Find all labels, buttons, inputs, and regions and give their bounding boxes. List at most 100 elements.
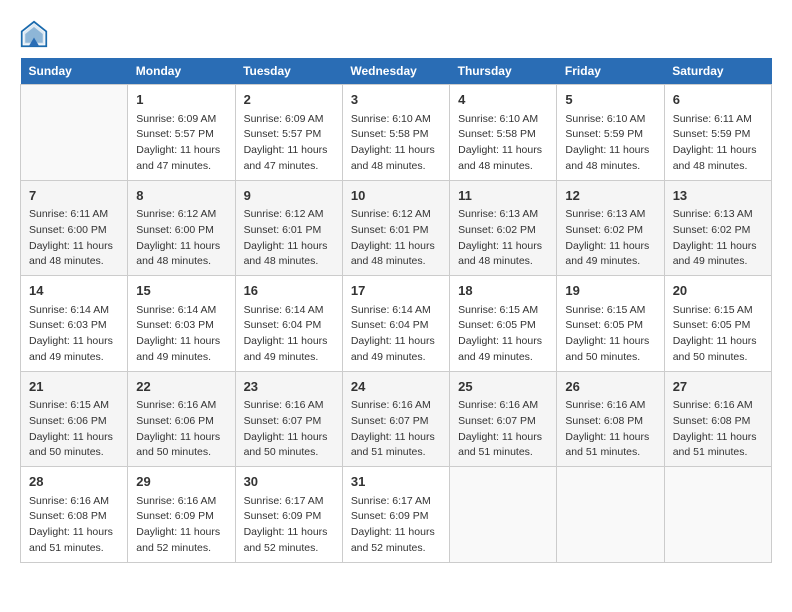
day-number: 1 [136, 90, 226, 110]
week-row: 28Sunrise: 6:16 AMSunset: 6:08 PMDayligh… [21, 467, 772, 563]
calendar-cell [450, 467, 557, 563]
day-number: 16 [244, 281, 334, 301]
day-info: Sunrise: 6:12 AMSunset: 6:01 PMDaylight:… [351, 207, 441, 270]
day-number: 25 [458, 377, 548, 397]
day-info: Sunrise: 6:17 AMSunset: 6:09 PMDaylight:… [351, 494, 441, 557]
column-header-friday: Friday [557, 58, 664, 85]
day-number: 30 [244, 472, 334, 492]
day-info: Sunrise: 6:16 AMSunset: 6:09 PMDaylight:… [136, 494, 226, 557]
day-number: 9 [244, 186, 334, 206]
day-number: 11 [458, 186, 548, 206]
day-info: Sunrise: 6:16 AMSunset: 6:07 PMDaylight:… [351, 398, 441, 461]
day-info: Sunrise: 6:11 AMSunset: 6:00 PMDaylight:… [29, 207, 119, 270]
calendar-cell: 27Sunrise: 6:16 AMSunset: 6:08 PMDayligh… [664, 371, 771, 467]
day-number: 4 [458, 90, 548, 110]
day-info: Sunrise: 6:09 AMSunset: 5:57 PMDaylight:… [244, 112, 334, 175]
day-info: Sunrise: 6:12 AMSunset: 6:01 PMDaylight:… [244, 207, 334, 270]
page-header [20, 20, 772, 48]
calendar-cell: 14Sunrise: 6:14 AMSunset: 6:03 PMDayligh… [21, 276, 128, 372]
calendar-cell: 13Sunrise: 6:13 AMSunset: 6:02 PMDayligh… [664, 180, 771, 276]
column-header-sunday: Sunday [21, 58, 128, 85]
calendar-cell: 20Sunrise: 6:15 AMSunset: 6:05 PMDayligh… [664, 276, 771, 372]
calendar-cell: 6Sunrise: 6:11 AMSunset: 5:59 PMDaylight… [664, 85, 771, 181]
day-info: Sunrise: 6:16 AMSunset: 6:08 PMDaylight:… [673, 398, 763, 461]
day-number: 22 [136, 377, 226, 397]
calendar-table: SundayMondayTuesdayWednesdayThursdayFrid… [20, 58, 772, 563]
day-number: 5 [565, 90, 655, 110]
day-info: Sunrise: 6:16 AMSunset: 6:07 PMDaylight:… [458, 398, 548, 461]
day-info: Sunrise: 6:15 AMSunset: 6:05 PMDaylight:… [458, 303, 548, 366]
calendar-cell: 5Sunrise: 6:10 AMSunset: 5:59 PMDaylight… [557, 85, 664, 181]
day-info: Sunrise: 6:13 AMSunset: 6:02 PMDaylight:… [673, 207, 763, 270]
calendar-cell: 24Sunrise: 6:16 AMSunset: 6:07 PMDayligh… [342, 371, 449, 467]
day-number: 18 [458, 281, 548, 301]
week-row: 1Sunrise: 6:09 AMSunset: 5:57 PMDaylight… [21, 85, 772, 181]
day-info: Sunrise: 6:10 AMSunset: 5:58 PMDaylight:… [458, 112, 548, 175]
day-info: Sunrise: 6:13 AMSunset: 6:02 PMDaylight:… [458, 207, 548, 270]
calendar-cell: 31Sunrise: 6:17 AMSunset: 6:09 PMDayligh… [342, 467, 449, 563]
day-info: Sunrise: 6:17 AMSunset: 6:09 PMDaylight:… [244, 494, 334, 557]
day-info: Sunrise: 6:16 AMSunset: 6:08 PMDaylight:… [29, 494, 119, 557]
calendar-cell [21, 85, 128, 181]
calendar-cell: 30Sunrise: 6:17 AMSunset: 6:09 PMDayligh… [235, 467, 342, 563]
calendar-cell: 15Sunrise: 6:14 AMSunset: 6:03 PMDayligh… [128, 276, 235, 372]
calendar-cell: 28Sunrise: 6:16 AMSunset: 6:08 PMDayligh… [21, 467, 128, 563]
day-number: 27 [673, 377, 763, 397]
calendar-cell: 19Sunrise: 6:15 AMSunset: 6:05 PMDayligh… [557, 276, 664, 372]
day-number: 3 [351, 90, 441, 110]
column-header-tuesday: Tuesday [235, 58, 342, 85]
day-number: 13 [673, 186, 763, 206]
day-info: Sunrise: 6:16 AMSunset: 6:06 PMDaylight:… [136, 398, 226, 461]
week-row: 21Sunrise: 6:15 AMSunset: 6:06 PMDayligh… [21, 371, 772, 467]
day-number: 23 [244, 377, 334, 397]
day-number: 31 [351, 472, 441, 492]
day-number: 7 [29, 186, 119, 206]
column-header-wednesday: Wednesday [342, 58, 449, 85]
day-info: Sunrise: 6:11 AMSunset: 5:59 PMDaylight:… [673, 112, 763, 175]
calendar-cell: 3Sunrise: 6:10 AMSunset: 5:58 PMDaylight… [342, 85, 449, 181]
calendar-cell [664, 467, 771, 563]
day-info: Sunrise: 6:16 AMSunset: 6:08 PMDaylight:… [565, 398, 655, 461]
logo [20, 20, 52, 48]
day-number: 19 [565, 281, 655, 301]
day-info: Sunrise: 6:14 AMSunset: 6:04 PMDaylight:… [351, 303, 441, 366]
calendar-cell: 29Sunrise: 6:16 AMSunset: 6:09 PMDayligh… [128, 467, 235, 563]
day-number: 10 [351, 186, 441, 206]
calendar-cell: 8Sunrise: 6:12 AMSunset: 6:00 PMDaylight… [128, 180, 235, 276]
day-number: 6 [673, 90, 763, 110]
day-number: 26 [565, 377, 655, 397]
day-info: Sunrise: 6:15 AMSunset: 6:05 PMDaylight:… [565, 303, 655, 366]
day-number: 8 [136, 186, 226, 206]
calendar-cell: 26Sunrise: 6:16 AMSunset: 6:08 PMDayligh… [557, 371, 664, 467]
calendar-cell: 22Sunrise: 6:16 AMSunset: 6:06 PMDayligh… [128, 371, 235, 467]
day-number: 14 [29, 281, 119, 301]
calendar-cell: 16Sunrise: 6:14 AMSunset: 6:04 PMDayligh… [235, 276, 342, 372]
calendar-cell: 7Sunrise: 6:11 AMSunset: 6:00 PMDaylight… [21, 180, 128, 276]
calendar-cell: 21Sunrise: 6:15 AMSunset: 6:06 PMDayligh… [21, 371, 128, 467]
day-info: Sunrise: 6:14 AMSunset: 6:03 PMDaylight:… [136, 303, 226, 366]
logo-icon [20, 20, 48, 48]
column-header-monday: Monday [128, 58, 235, 85]
day-number: 20 [673, 281, 763, 301]
day-number: 21 [29, 377, 119, 397]
day-number: 2 [244, 90, 334, 110]
day-info: Sunrise: 6:15 AMSunset: 6:06 PMDaylight:… [29, 398, 119, 461]
calendar-cell: 11Sunrise: 6:13 AMSunset: 6:02 PMDayligh… [450, 180, 557, 276]
day-number: 28 [29, 472, 119, 492]
day-info: Sunrise: 6:09 AMSunset: 5:57 PMDaylight:… [136, 112, 226, 175]
calendar-cell: 4Sunrise: 6:10 AMSunset: 5:58 PMDaylight… [450, 85, 557, 181]
week-row: 7Sunrise: 6:11 AMSunset: 6:00 PMDaylight… [21, 180, 772, 276]
calendar-cell: 1Sunrise: 6:09 AMSunset: 5:57 PMDaylight… [128, 85, 235, 181]
day-number: 17 [351, 281, 441, 301]
day-number: 24 [351, 377, 441, 397]
calendar-cell: 12Sunrise: 6:13 AMSunset: 6:02 PMDayligh… [557, 180, 664, 276]
day-info: Sunrise: 6:15 AMSunset: 6:05 PMDaylight:… [673, 303, 763, 366]
column-headers: SundayMondayTuesdayWednesdayThursdayFrid… [21, 58, 772, 85]
day-info: Sunrise: 6:16 AMSunset: 6:07 PMDaylight:… [244, 398, 334, 461]
column-header-saturday: Saturday [664, 58, 771, 85]
calendar-cell: 17Sunrise: 6:14 AMSunset: 6:04 PMDayligh… [342, 276, 449, 372]
calendar-cell: 25Sunrise: 6:16 AMSunset: 6:07 PMDayligh… [450, 371, 557, 467]
day-number: 15 [136, 281, 226, 301]
day-info: Sunrise: 6:14 AMSunset: 6:04 PMDaylight:… [244, 303, 334, 366]
week-row: 14 Sunrise: 6:14 AMSunset: 6:03 PMDayligh… [21, 276, 772, 372]
